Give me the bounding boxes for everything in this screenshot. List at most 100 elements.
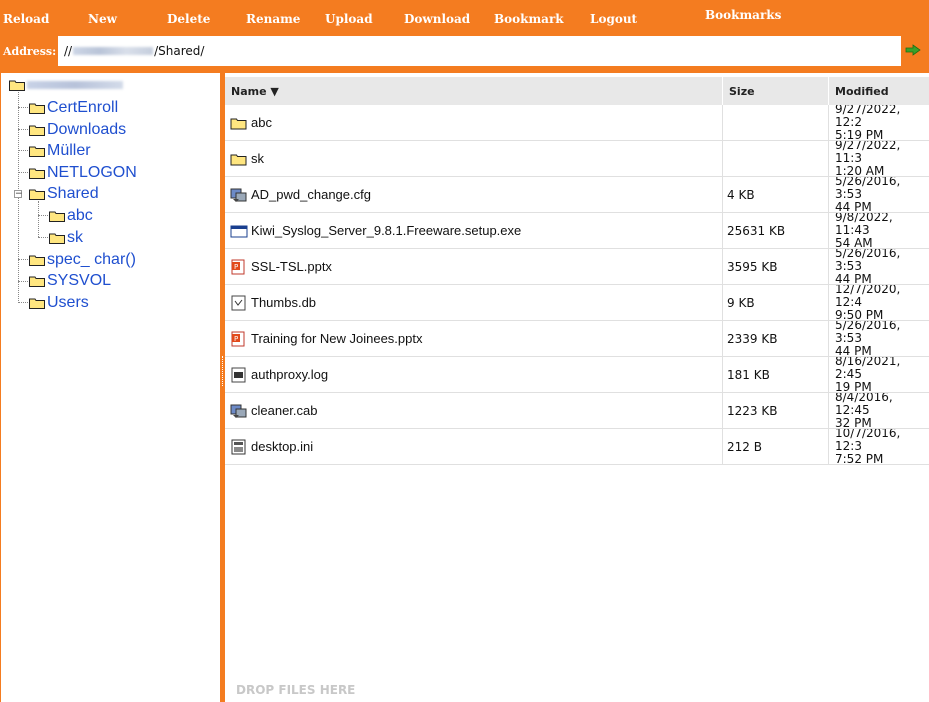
file-modified: 5/26/2016, 3:53 44 PM [829,249,929,284]
file-size [723,105,829,140]
address-path: /Shared/ [154,44,205,58]
tree-item-abc[interactable]: abc [49,206,93,226]
tree-item-label: Users [47,294,89,311]
table-row[interactable]: Kiwi_Syslog_Server_9.8.1.Freeware.setup.… [225,213,929,249]
file-name-cell[interactable]: P SSL-TSL.pptx [225,249,723,284]
column-header-name[interactable]: Name ▼ [225,77,723,105]
folder-icon [29,298,45,309]
powerpoint-icon: P [231,331,245,346]
logout-button[interactable]: Logout [590,12,637,26]
drop-zone[interactable]: DROP FILES HERE [236,683,355,697]
file-modified: 9/27/2022, 12:2 5:19 PM [829,105,929,140]
file-name-cell[interactable]: P Training for New Joinees.pptx [225,321,723,356]
go-arrow-icon[interactable] [905,44,921,56]
file-modified: 9/27/2022, 11:3 1:20 AM [829,141,929,176]
tree-item-label: sk [67,229,83,246]
table-row[interactable]: abc 9/27/2022, 12:2 5:19 PM [225,105,929,141]
powerpoint-icon: P [231,259,245,274]
modified-date: 10/7/2016, 12:3 7:52 PM [835,429,901,464]
new-button[interactable]: New [88,12,117,26]
file-modified: 8/4/2016, 12:45 32 PM [829,393,929,428]
tree-item-label: SYSVOL [47,272,112,289]
file-name-cell[interactable]: AD_pwd_change.cfg [225,177,723,212]
column-header-modified[interactable]: Modified [829,77,929,105]
folder-icon [29,168,45,179]
delete-button[interactable]: Delete [167,12,210,26]
folder-icon [29,103,45,114]
log-file-icon [231,367,246,382]
table-row[interactable]: AD_pwd_change.cfg 4 KB 5/26/2016, 3:53 44 … [225,177,929,213]
file-name: SSL-TSL.pptx [251,259,332,274]
tree-item-certenroll[interactable]: CertEnroll [29,98,118,118]
modified-date: 5/26/2016, 3:53 44 PM [835,321,901,356]
file-name-cell[interactable]: sk [225,141,723,176]
file-name-cell[interactable]: authproxy.log [225,357,723,392]
folder-icon [230,154,247,165]
file-name: AD_pwd_change.cfg [251,187,371,202]
modified-date: 9/8/2022, 11:43 54 AM [835,213,893,248]
tree-item-sk[interactable]: sk [49,228,83,248]
collapse-toggle-icon[interactable]: − [14,190,23,199]
table-row[interactable]: Thumbs.db 9 KB 12/7/2020, 12:4 9:50 PM [225,285,929,321]
splitter-grip[interactable] [222,356,224,386]
modified-date: 8/4/2016, 12:45 32 PM [835,393,893,428]
table-row[interactable]: sk 9/27/2022, 11:3 1:20 AM [225,141,929,177]
table-row[interactable]: authproxy.log 181 KB 8/16/2021, 2:45 19 PM [225,357,929,393]
file-modified: 5/26/2016, 3:53 44 PM [829,321,929,356]
file-name-cell[interactable]: Kiwi_Syslog_Server_9.8.1.Freeware.setup.… [225,213,723,248]
folder-tree: − CertEnroll Downloads Müller NETLOGON S… [0,73,220,702]
folder-icon [230,118,247,129]
file-name-cell[interactable]: abc [225,105,723,140]
tree-item-label: spec_ char() [47,251,136,268]
file-size: 2339 KB [723,321,829,356]
modified-date: 5/26/2016, 3:53 44 PM [835,177,901,212]
file-size: 9 KB [723,285,829,320]
tree-item-netlogon[interactable]: NETLOGON [29,163,137,183]
file-size: 212 B [723,429,829,464]
file-name: desktop.ini [251,439,314,454]
executable-icon [230,225,248,237]
file-name: authproxy.log [251,367,329,382]
download-button[interactable]: Download [404,12,470,26]
file-name-cell[interactable]: cleaner.cab [225,393,723,428]
table-row[interactable]: desktop.ini 212 B 10/7/2016, 12:3 7:52 PM [225,429,929,465]
modified-date: 5/26/2016, 3:53 44 PM [835,249,901,284]
file-name-cell[interactable]: desktop.ini [225,429,723,464]
address-label: Address: [3,45,57,58]
reload-button[interactable]: Reload [3,12,49,26]
file-modified: 9/8/2022, 11:43 54 AM [829,213,929,248]
upload-button[interactable]: Upload [325,12,373,26]
svg-text:P: P [234,263,238,271]
folder-icon [29,125,45,136]
tree-item-shared[interactable]: Shared [29,184,99,204]
file-size: 3595 KB [723,249,829,284]
tree-item-users[interactable]: Users [29,293,89,313]
file-modified: 5/26/2016, 3:53 44 PM [829,177,929,212]
file-name-cell[interactable]: Thumbs.db [225,285,723,320]
table-row[interactable]: P Training for New Joinees.pptx 2339 KB 5/2… [225,321,929,357]
tree-item-downloads[interactable]: Downloads [29,120,126,140]
file-modified: 10/7/2016, 12:3 7:52 PM [829,429,929,464]
config-file-icon [230,188,247,202]
file-name: abc [251,115,272,130]
modified-date: 12/7/2020, 12:4 9:50 PM [835,285,901,320]
folder-icon [49,211,65,222]
address-input[interactable]: // /Shared/ [58,36,901,66]
bookmarks-menu[interactable]: Bookmarks [705,8,781,22]
file-name: Thumbs.db [251,295,317,310]
address-prefix: // [64,44,73,58]
column-header-size[interactable]: Size [723,77,829,105]
rename-button[interactable]: Rename [246,12,300,26]
tree-item-sysvol[interactable]: SYSVOL [29,271,111,291]
modified-date: 9/27/2022, 12:2 5:19 PM [835,105,901,140]
tree-root[interactable] [9,75,123,95]
tree-item-spec-char[interactable]: spec_ char() [29,250,136,270]
database-file-icon [231,295,246,310]
tree-item-label: Downloads [47,121,127,138]
table-row[interactable]: P SSL-TSL.pptx 3595 KB 5/26/2016, 3:53 44 P… [225,249,929,285]
file-size: 181 KB [723,357,829,392]
config-file-icon [230,404,247,418]
table-row[interactable]: cleaner.cab 1223 KB 8/4/2016, 12:45 32 PM [225,393,929,429]
bookmark-button[interactable]: Bookmark [494,12,564,26]
tree-item-muller[interactable]: Müller [29,141,91,161]
